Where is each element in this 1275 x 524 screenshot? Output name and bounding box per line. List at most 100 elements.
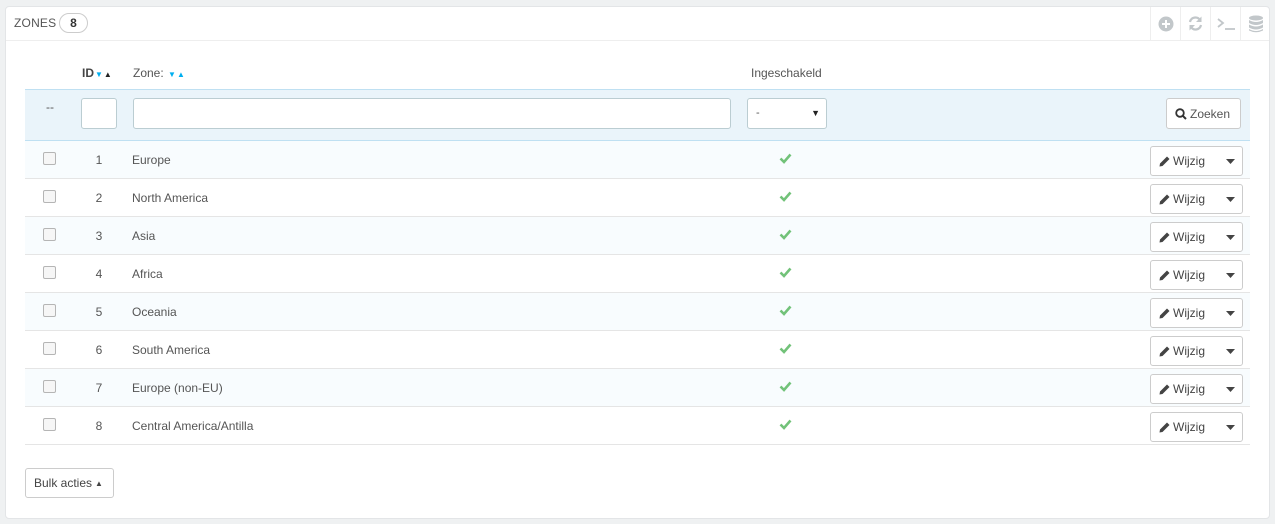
- edit-button[interactable]: Wijzig: [1151, 223, 1217, 251]
- cell-zone: North America: [132, 191, 209, 205]
- enabled-check-icon[interactable]: [779, 229, 792, 240]
- pencil-icon: [1159, 346, 1170, 356]
- row-actions: Wijzig: [1150, 222, 1243, 252]
- enabled-check-icon[interactable]: [779, 343, 792, 354]
- search-icon: [1175, 107, 1187, 120]
- filter-id-input[interactable]: [81, 98, 117, 129]
- row-checkbox[interactable]: [43, 304, 56, 317]
- enabled-check-icon[interactable]: [779, 191, 792, 202]
- row-checkbox[interactable]: [43, 152, 56, 165]
- row-actions: Wijzig: [1150, 298, 1243, 328]
- row-checkbox[interactable]: [43, 380, 56, 393]
- enabled-check-icon[interactable]: [779, 381, 792, 392]
- edit-button[interactable]: Wijzig: [1151, 185, 1217, 213]
- table-row[interactable]: 6 South America Wijzig: [25, 331, 1250, 369]
- row-actions-dropdown-toggle[interactable]: [1217, 375, 1243, 403]
- enabled-check-icon[interactable]: [779, 153, 792, 164]
- row-actions-dropdown-toggle[interactable]: [1217, 337, 1243, 365]
- caret-down-icon: [1225, 234, 1235, 240]
- row-actions-dropdown-toggle[interactable]: [1217, 413, 1243, 441]
- table-row[interactable]: 5 Oceania Wijzig: [25, 293, 1250, 331]
- caret-down-icon: [1225, 196, 1235, 202]
- row-checkbox[interactable]: [43, 266, 56, 279]
- table-row[interactable]: 3 Asia Wijzig: [25, 217, 1250, 255]
- panel-title: ZONES: [14, 16, 57, 30]
- row-checkbox[interactable]: [43, 342, 56, 355]
- add-new-button[interactable]: [1150, 7, 1180, 40]
- caret-down-icon: [1225, 348, 1235, 354]
- table-row[interactable]: 7 Europe (non-EU) Wijzig: [25, 369, 1250, 407]
- edit-button-label: Wijzig: [1173, 154, 1205, 168]
- edit-button-label: Wijzig: [1173, 230, 1205, 244]
- add-icon: [1158, 16, 1173, 31]
- refresh-icon: [1188, 16, 1203, 31]
- search-button[interactable]: Zoeken: [1166, 98, 1241, 129]
- row-checkbox[interactable]: [43, 190, 56, 203]
- pencil-icon: [1159, 422, 1170, 432]
- sort-desc-zone-icon[interactable]: ▼: [168, 70, 176, 79]
- enabled-check-icon[interactable]: [779, 267, 792, 278]
- pencil-icon: [1159, 156, 1170, 166]
- cell-id: 5: [95, 305, 103, 319]
- sort-asc-zone-icon[interactable]: ▲: [177, 70, 185, 79]
- edit-button-label: Wijzig: [1173, 306, 1205, 320]
- table-row[interactable]: 2 North America Wijzig: [25, 179, 1250, 217]
- zone-count-badge: 8: [59, 13, 88, 33]
- row-actions-dropdown-toggle[interactable]: [1217, 147, 1243, 175]
- row-actions: Wijzig: [1150, 374, 1243, 404]
- filter-enabled-value: -: [756, 107, 760, 119]
- cell-id: 1: [95, 153, 103, 167]
- row-actions-dropdown-toggle[interactable]: [1217, 261, 1243, 289]
- sql-query-button[interactable]: [1210, 7, 1240, 40]
- row-checkbox[interactable]: [43, 418, 56, 431]
- edit-button[interactable]: Wijzig: [1151, 413, 1217, 441]
- enabled-check-icon[interactable]: [779, 305, 792, 316]
- edit-button[interactable]: Wijzig: [1151, 337, 1217, 365]
- edit-button[interactable]: Wijzig: [1151, 299, 1217, 327]
- table-row[interactable]: 8 Central America/Antilla Wijzig: [25, 407, 1250, 445]
- filter-enabled-select[interactable]: - ▼: [747, 98, 827, 129]
- edit-button-label: Wijzig: [1173, 420, 1205, 434]
- enabled-check-icon[interactable]: [779, 419, 792, 430]
- caret-down-icon: [1225, 158, 1235, 164]
- cell-zone: Asia: [132, 229, 156, 243]
- table-row[interactable]: 4 Africa Wijzig: [25, 255, 1250, 293]
- edit-button-label: Wijzig: [1173, 382, 1205, 396]
- cell-id: 8: [95, 419, 103, 433]
- panel-heading: ZONES 8: [6, 7, 1269, 41]
- row-actions-dropdown-toggle[interactable]: [1217, 185, 1243, 213]
- sort-desc-id-icon[interactable]: ▼: [95, 70, 103, 79]
- export-database-button[interactable]: [1240, 7, 1270, 40]
- bulk-actions-button[interactable]: Bulk acties ▲: [25, 468, 114, 498]
- refresh-button[interactable]: [1180, 7, 1210, 40]
- cell-id: 6: [95, 343, 103, 357]
- cell-id: 7: [95, 381, 103, 395]
- edit-button[interactable]: Wijzig: [1151, 375, 1217, 403]
- cell-zone: Africa: [132, 267, 163, 281]
- row-actions-dropdown-toggle[interactable]: [1217, 223, 1243, 251]
- row-actions-dropdown-toggle[interactable]: [1217, 299, 1243, 327]
- cell-zone: Central America/Antilla: [132, 419, 254, 433]
- row-actions: Wijzig: [1150, 184, 1243, 214]
- edit-button-label: Wijzig: [1173, 192, 1205, 206]
- bulk-actions-label: Bulk acties: [34, 476, 93, 490]
- column-label-zone: Zone:: [133, 66, 164, 80]
- row-checkbox[interactable]: [43, 228, 56, 241]
- caret-up-icon: ▲: [95, 478, 103, 488]
- filter-zone-input[interactable]: [133, 98, 731, 129]
- database-icon: [1248, 15, 1263, 32]
- pencil-icon: [1159, 232, 1170, 242]
- table-row[interactable]: 1 Europe Wijzig: [25, 141, 1250, 179]
- pencil-icon: [1159, 270, 1170, 280]
- filter-dashes: --: [46, 100, 54, 114]
- edit-button[interactable]: Wijzig: [1151, 147, 1217, 175]
- edit-button-label: Wijzig: [1173, 268, 1205, 282]
- zones-panel: ZONES 8 ID▼▲ Zone: ▼▲ Ingeschakeld -- - …: [5, 6, 1270, 519]
- cell-id: 4: [95, 267, 103, 281]
- cell-zone: Europe: [132, 153, 171, 167]
- search-button-label: Zoeken: [1190, 106, 1231, 121]
- column-label-id: ID: [82, 66, 94, 80]
- edit-button[interactable]: Wijzig: [1151, 261, 1217, 289]
- sort-asc-id-icon[interactable]: ▲: [104, 70, 112, 79]
- row-actions: Wijzig: [1150, 336, 1243, 366]
